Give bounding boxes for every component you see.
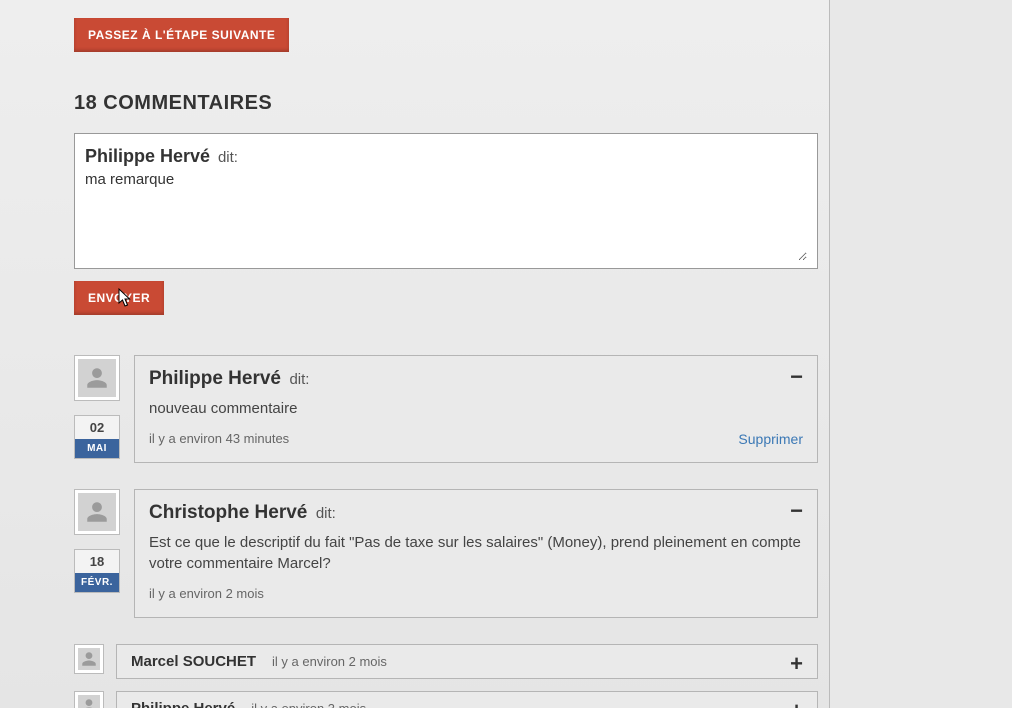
date-badge: 02 MAI bbox=[74, 415, 120, 459]
comment-text: nouveau commentaire bbox=[149, 398, 803, 419]
collapse-icon[interactable]: − bbox=[790, 366, 803, 388]
comment-body: − Philippe Hervé dit: nouveau commentair… bbox=[134, 355, 818, 463]
comment-row: + Marcel SOUCHET il y a environ 2 mois bbox=[74, 644, 818, 679]
comment-author: Marcel SOUCHET bbox=[131, 653, 256, 670]
avatar bbox=[74, 489, 120, 535]
comment-row: 18 FÉVR. − Christophe Hervé dit: Est ce … bbox=[74, 489, 818, 618]
page: PASSEZ À L'ÉTAPE SUIVANTE 18 COMMENTAIRE… bbox=[0, 0, 1012, 708]
comment-time: il y a environ 3 mois bbox=[251, 701, 366, 708]
date-day: 18 bbox=[75, 550, 119, 573]
comment-form: Philippe Hervé dit: bbox=[74, 133, 818, 269]
avatar bbox=[74, 691, 104, 708]
date-day: 02 bbox=[75, 416, 119, 439]
next-step-button[interactable]: PASSEZ À L'ÉTAPE SUIVANTE bbox=[74, 18, 289, 52]
date-month: MAI bbox=[75, 439, 119, 458]
comment-meta bbox=[74, 644, 104, 679]
person-icon bbox=[80, 650, 98, 668]
comment-time: il y a environ 43 minutes bbox=[149, 431, 289, 446]
comment-says: dit: bbox=[289, 371, 309, 388]
person-icon bbox=[80, 697, 98, 708]
delete-link[interactable]: Supprimer bbox=[738, 431, 803, 447]
avatar bbox=[74, 355, 120, 401]
send-button[interactable]: ENVOYER bbox=[74, 281, 164, 315]
comment-time: il y a environ 2 mois bbox=[272, 654, 387, 669]
comment-input[interactable] bbox=[85, 171, 807, 261]
main-column: PASSEZ À L'ÉTAPE SUIVANTE 18 COMMENTAIRE… bbox=[0, 0, 830, 708]
expand-icon[interactable]: + bbox=[790, 700, 803, 708]
collapse-icon[interactable]: − bbox=[790, 500, 803, 522]
comment-time: il y a environ 2 mois bbox=[149, 586, 264, 601]
comment-form-says: dit: bbox=[218, 149, 238, 166]
comment-body[interactable]: + Marcel SOUCHET il y a environ 2 mois bbox=[116, 644, 818, 679]
comment-body: − Christophe Hervé dit: Est ce que le de… bbox=[134, 489, 818, 618]
content-area: PASSEZ À L'ÉTAPE SUIVANTE 18 COMMENTAIRE… bbox=[10, 0, 829, 708]
comment-says: dit: bbox=[316, 505, 336, 522]
comment-form-author: Philippe Hervé bbox=[85, 146, 210, 166]
comment-row: + Philippe Hervé il y a environ 3 mois bbox=[74, 691, 818, 708]
expand-icon[interactable]: + bbox=[790, 653, 803, 675]
date-month: FÉVR. bbox=[75, 573, 119, 592]
comment-author: Philippe Hervé bbox=[149, 368, 281, 389]
comment-text: Est ce que le descriptif du fait "Pas de… bbox=[149, 532, 803, 574]
date-badge: 18 FÉVR. bbox=[74, 549, 120, 593]
right-sidebar bbox=[830, 0, 1012, 708]
comments-section-title: 18 COMMENTAIRES bbox=[74, 92, 817, 115]
comment-author: Christophe Hervé bbox=[149, 502, 307, 523]
comment-meta: 02 MAI bbox=[74, 355, 120, 463]
comments-list: 02 MAI − Philippe Hervé dit: nouveau com… bbox=[74, 355, 817, 708]
person-icon bbox=[84, 365, 110, 391]
comment-body[interactable]: + Philippe Hervé il y a environ 3 mois bbox=[116, 691, 818, 708]
person-icon bbox=[84, 499, 110, 525]
comment-author: Philippe Hervé bbox=[131, 700, 235, 708]
comment-meta bbox=[74, 691, 104, 708]
comment-row: 02 MAI − Philippe Hervé dit: nouveau com… bbox=[74, 355, 818, 463]
avatar bbox=[74, 644, 104, 674]
comment-meta: 18 FÉVR. bbox=[74, 489, 120, 618]
